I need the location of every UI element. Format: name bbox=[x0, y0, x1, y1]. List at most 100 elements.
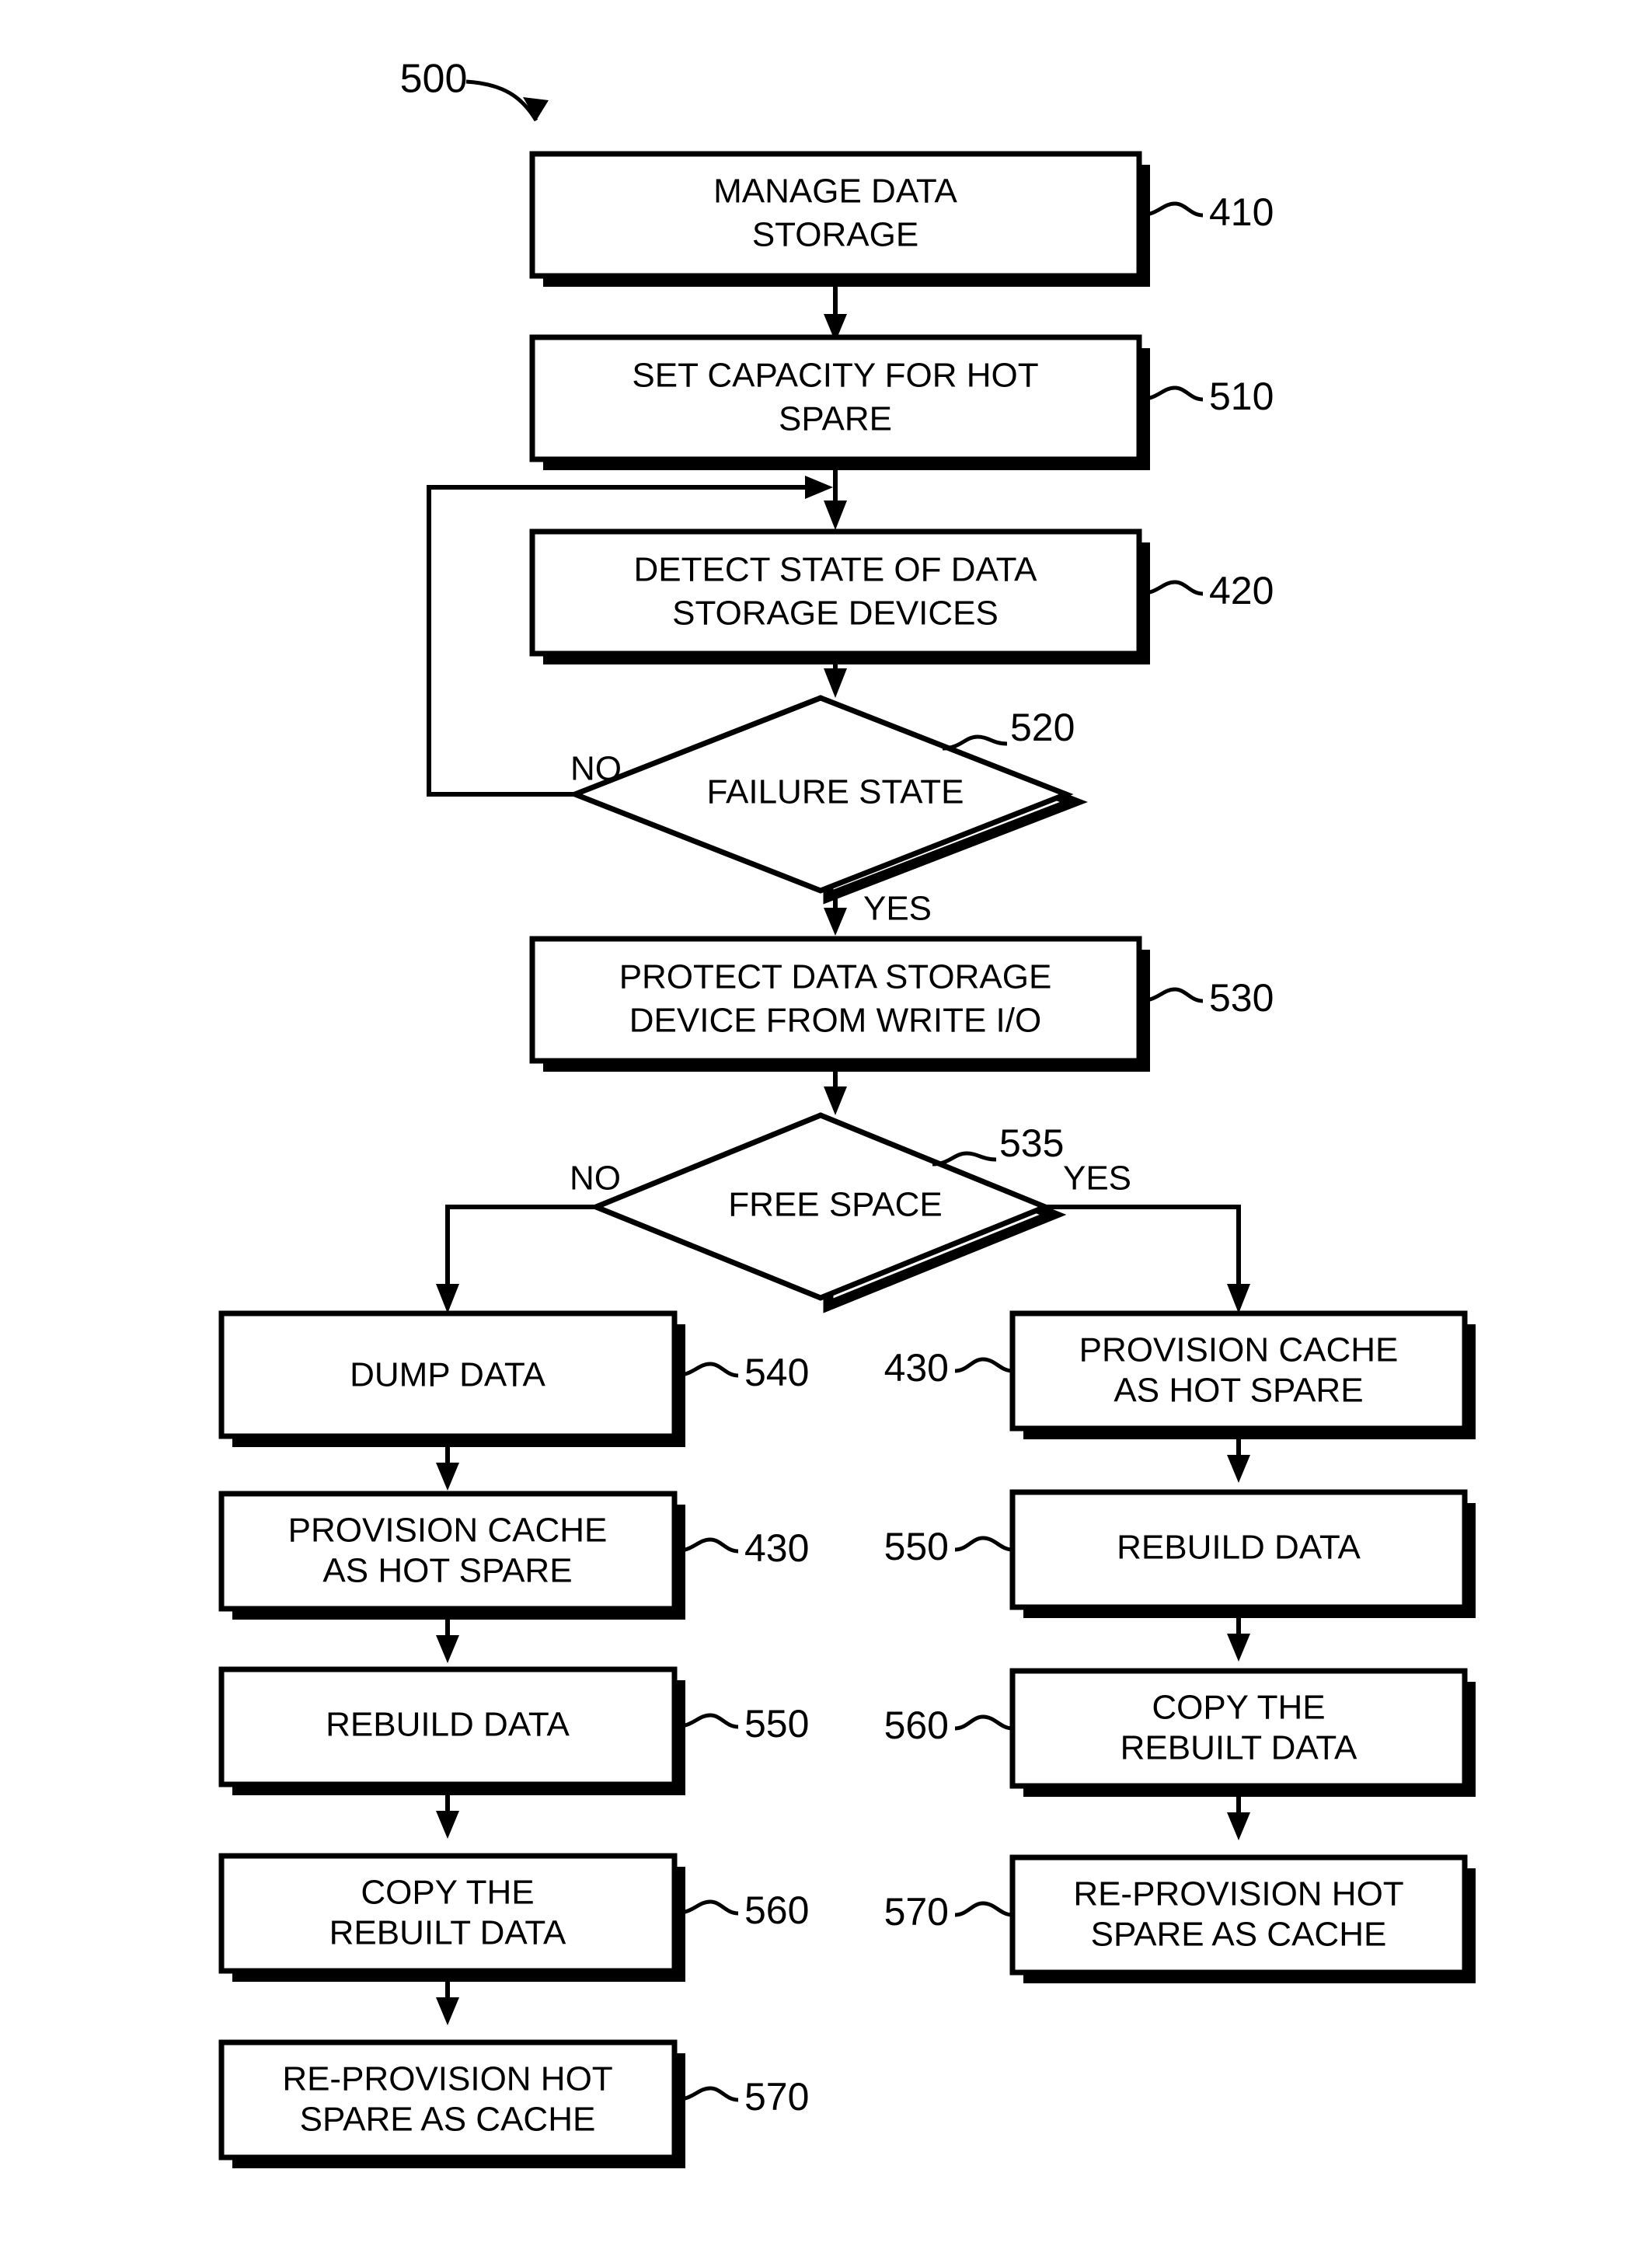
box-570R-line-2: SPARE AS CACHE bbox=[1091, 1916, 1387, 1954]
box-face-420 bbox=[529, 528, 1142, 657]
connector-430R-to-550R bbox=[1227, 1439, 1250, 1483]
box-510-line-1: SET CAPACITY FOR HOT bbox=[632, 357, 1038, 395]
ref-leader-560R bbox=[954, 1714, 1013, 1731]
conn-arrowhead bbox=[436, 1284, 459, 1313]
box-570L-line-1: RE-PROVISION HOT bbox=[282, 2060, 612, 2098]
box-530-line-1: PROTECT DATA STORAGE bbox=[619, 958, 1052, 996]
box-530-line-2: DEVICE FROM WRITE I/O bbox=[629, 1002, 1041, 1040]
conn-arrowhead bbox=[436, 1997, 459, 2025]
node-reprovision-hot-spare-cache-right[interactable]: RE-PROVISION HOT SPARE AS CACHE 570 bbox=[884, 1854, 1476, 1983]
connector-550R-to-560R bbox=[1227, 1618, 1250, 1662]
flowchart-canvas: 500 MANAGE DATA STORAGE 410 SET CAPACITY… bbox=[218, 57, 1476, 2168]
box-560L-line-1: COPY THE bbox=[361, 1874, 534, 1912]
conn-arrowhead bbox=[436, 1811, 459, 1839]
box-430R-line-2: AS HOT SPARE bbox=[1114, 1372, 1363, 1410]
ref-number-535: 535 bbox=[999, 1121, 1064, 1165]
conn-arrowhead bbox=[1227, 1634, 1250, 1662]
box-430L-line-2: AS HOT SPARE bbox=[322, 1552, 572, 1590]
ref-number-510: 510 bbox=[1209, 375, 1274, 418]
node-manage-data-storage[interactable]: MANAGE DATA STORAGE 410 bbox=[529, 151, 1274, 287]
node-decision-free-space[interactable]: FREE SPACE 535 bbox=[588, 1112, 1067, 1313]
node-provision-cache-hot-spare-right[interactable]: PROVISION CACHE AS HOT SPARE 430 bbox=[884, 1310, 1476, 1439]
node-protect-from-write-io[interactable]: PROTECT DATA STORAGE DEVICE FROM WRITE I… bbox=[529, 936, 1274, 1072]
ref-number-550R: 550 bbox=[884, 1525, 949, 1568]
connector-420-to-520 bbox=[824, 664, 847, 698]
connector-560L-to-570L bbox=[436, 1982, 459, 2025]
conn-arrowhead bbox=[1227, 1284, 1250, 1313]
ref-number-410: 410 bbox=[1209, 190, 1274, 234]
box-420-line-1: DETECT STATE OF DATA bbox=[633, 551, 1037, 589]
box-560R-line-1: COPY THE bbox=[1152, 1689, 1325, 1727]
ref-leader-430R bbox=[954, 1357, 1013, 1373]
branch-label-failure-yes: YES bbox=[863, 890, 932, 928]
ref-number-430R: 430 bbox=[884, 1346, 949, 1390]
conn-arrowhead bbox=[824, 1086, 847, 1115]
branch-label-freespace-yes: YES bbox=[1063, 1160, 1131, 1198]
feedback-arrowhead bbox=[805, 476, 833, 499]
node-dump-data[interactable]: DUMP DATA 540 bbox=[218, 1310, 809, 1447]
box-430R-line-1: PROVISION CACHE bbox=[1079, 1331, 1399, 1369]
figure-number-group: 500 bbox=[400, 57, 549, 122]
node-reprovision-hot-spare-cache-left[interactable]: RE-PROVISION HOT SPARE AS CACHE 570 bbox=[218, 2039, 809, 2168]
node-detect-state-storage-devices[interactable]: DETECT STATE OF DATA STORAGE DEVICES 420 bbox=[529, 528, 1274, 664]
branch-label-freespace-no: NO bbox=[570, 1160, 621, 1198]
figure-number: 500 bbox=[400, 57, 468, 102]
box-560R-line-2: REBUILT DATA bbox=[1121, 1729, 1357, 1767]
node-decision-failure-state[interactable]: FAILURE STATE 520 bbox=[567, 695, 1089, 905]
node-provision-cache-hot-spare-left[interactable]: PROVISION CACHE AS HOT SPARE 430 bbox=[218, 1491, 809, 1620]
connector-550L-to-560L bbox=[436, 1795, 459, 1839]
conn-arrowhead bbox=[824, 908, 847, 936]
node-rebuild-data-left[interactable]: REBUILD DATA 550 bbox=[218, 1666, 809, 1795]
conn-arrowhead bbox=[824, 500, 847, 530]
box-560L-line-2: REBUILT DATA bbox=[329, 1914, 566, 1952]
connector-430L-to-550L bbox=[436, 1620, 459, 1663]
connector-510-to-420 bbox=[824, 470, 847, 530]
box-510-line-2: SPARE bbox=[779, 400, 892, 438]
diamond-520-label: FAILURE STATE bbox=[707, 773, 964, 811]
box-face-530 bbox=[529, 936, 1142, 1064]
node-set-capacity-hot-spare[interactable]: SET CAPACITY FOR HOT SPARE 510 bbox=[529, 334, 1274, 470]
box-420-line-2: STORAGE DEVICES bbox=[672, 595, 999, 633]
connector-530-to-535 bbox=[824, 1072, 847, 1115]
patent-figure-500: 500 MANAGE DATA STORAGE 410 SET CAPACITY… bbox=[0, 0, 1652, 2260]
box-570R-line-1: RE-PROVISION HOT bbox=[1073, 1875, 1403, 1913]
box-570L-line-2: SPARE AS CACHE bbox=[300, 2101, 596, 2139]
connector-535-no-to-dump-data bbox=[436, 1205, 596, 1313]
ref-number-560R: 560 bbox=[884, 1704, 949, 1747]
ref-number-560L: 560 bbox=[744, 1889, 809, 1932]
conn-arrowhead bbox=[436, 1463, 459, 1491]
connector-410-to-510 bbox=[824, 287, 847, 342]
node-copy-rebuilt-data-left[interactable]: COPY THE REBUILT DATA 560 bbox=[218, 1853, 809, 1982]
ref-number-420: 420 bbox=[1209, 569, 1274, 612]
ref-leader-535 bbox=[932, 1151, 997, 1167]
node-rebuild-data-right[interactable]: REBUILD DATA 550 bbox=[884, 1489, 1476, 1618]
box-410-line-2: STORAGE bbox=[752, 216, 918, 254]
ref-number-550L: 550 bbox=[744, 1702, 809, 1746]
box-410-line-1: MANAGE DATA bbox=[713, 173, 957, 211]
connector-535-yes-to-provision-cache bbox=[1045, 1205, 1250, 1313]
box-430L-line-1: PROVISION CACHE bbox=[288, 1512, 608, 1550]
box-550R-line-1: REBUILD DATA bbox=[1117, 1529, 1361, 1567]
connector-540-to-430L bbox=[436, 1447, 459, 1491]
ref-number-430L: 430 bbox=[744, 1526, 809, 1570]
ref-number-520: 520 bbox=[1010, 706, 1075, 749]
diamond-535-label: FREE SPACE bbox=[728, 1186, 942, 1224]
box-540-line-1: DUMP DATA bbox=[350, 1356, 545, 1394]
node-copy-rebuilt-data-right[interactable]: COPY THE REBUILT DATA 560 bbox=[884, 1668, 1476, 1797]
conn-arrowhead bbox=[1227, 1455, 1250, 1483]
ref-number-570R: 570 bbox=[884, 1890, 949, 1934]
conn-line bbox=[1045, 1205, 1241, 1290]
ref-number-570L: 570 bbox=[744, 2075, 809, 2119]
box-face-510 bbox=[529, 334, 1142, 462]
ref-leader-550R bbox=[954, 1536, 1013, 1552]
ref-number-540: 540 bbox=[744, 1351, 809, 1394]
box-550L-line-1: REBUILD DATA bbox=[326, 1706, 570, 1744]
ref-leader-570R bbox=[954, 1901, 1013, 1917]
ref-leader-520 bbox=[942, 734, 1008, 751]
conn-arrowhead bbox=[1227, 1812, 1250, 1840]
conn-arrowhead bbox=[436, 1635, 459, 1663]
conn-line bbox=[445, 1205, 596, 1290]
branch-label-failure-no: NO bbox=[570, 750, 622, 788]
connector-560R-to-570R bbox=[1227, 1797, 1250, 1840]
ref-number-530: 530 bbox=[1209, 976, 1274, 1020]
